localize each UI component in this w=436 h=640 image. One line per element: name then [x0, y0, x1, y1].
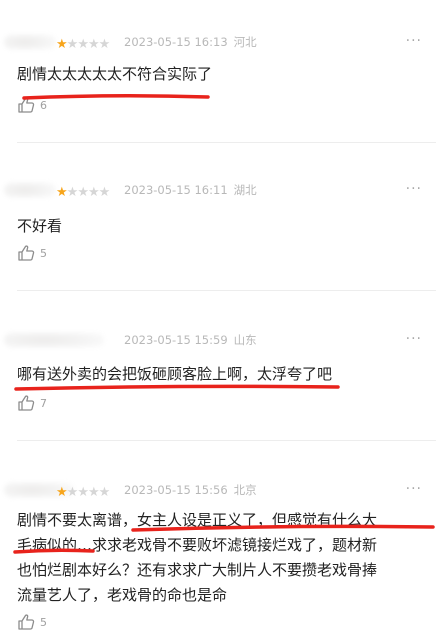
more-icon[interactable]: ··· [406, 482, 422, 496]
review-meta: 2023-05-15 15:59 山东 ··· [0, 330, 436, 352]
star-icon: ★ [87, 485, 100, 500]
thumbs-up-icon [18, 614, 35, 630]
rating-stars: ★★★★★ [56, 33, 111, 52]
review-date: 2023-05-15 15:59 [124, 333, 228, 347]
more-icon[interactable]: ··· [406, 34, 422, 48]
review-meta: ★★★★★ 2023-05-15 16:11 湖北 ··· [0, 180, 436, 202]
thumbs-up-icon [18, 245, 35, 261]
divider [17, 142, 436, 143]
review-text: 剧情不要太离谱，女主人设是正义了，但感觉有什么大 毛病似的…求求老戏骨不要败坏滤… [17, 511, 378, 604]
review-meta: ★★★★★ 2023-05-15 16:13 河北 ··· [0, 32, 436, 54]
star-icon: ★ [87, 37, 100, 52]
like-count: 6 [40, 99, 47, 112]
divider [17, 440, 436, 441]
star-icon: ★ [66, 485, 79, 500]
rating-stars: ★★★★★ [56, 481, 111, 500]
star-icon: ★ [56, 185, 68, 200]
review-text: 剧情太太太太太不符合实际了 [17, 65, 213, 83]
like-count: 5 [40, 247, 47, 260]
star-icon: ★ [77, 37, 89, 52]
star-icon: ★ [66, 185, 79, 200]
avatar[interactable] [4, 332, 104, 348]
review-location: 北京 [233, 483, 257, 497]
star-icon: ★ [98, 37, 111, 52]
review-date: 2023-05-15 16:13 [124, 35, 228, 49]
rating-stars: ★★★★★ [56, 181, 111, 200]
star-icon: ★ [98, 185, 111, 200]
thumbs-up-icon [18, 97, 35, 113]
like-count: 7 [40, 397, 47, 410]
avatar[interactable] [4, 182, 56, 198]
review-location: 湖北 [233, 183, 257, 197]
star-icon: ★ [56, 37, 68, 52]
star-icon: ★ [87, 185, 100, 200]
review-location: 山东 [233, 333, 257, 347]
star-icon: ★ [77, 485, 89, 500]
star-icon: ★ [98, 485, 111, 500]
review-text: 哪有送外卖的会把饭砸顾客脸上啊，太浮夸了吧 [17, 365, 333, 383]
thumbs-up-icon [18, 395, 35, 411]
review-location: 河北 [233, 35, 257, 49]
like-count: 5 [40, 616, 47, 629]
star-icon: ★ [56, 485, 68, 500]
review-meta: ★★★★★ 2023-05-15 15:56 北京 ··· [0, 480, 436, 502]
review-date: 2023-05-15 15:56 [124, 483, 228, 497]
more-icon[interactable]: ··· [406, 182, 422, 196]
star-icon: ★ [77, 185, 89, 200]
avatar[interactable] [4, 34, 56, 50]
star-icon: ★ [66, 37, 79, 52]
red-underline-annotation [22, 93, 210, 100]
divider [17, 290, 436, 291]
review-text: 不好看 [17, 217, 63, 235]
more-icon[interactable]: ··· [406, 332, 422, 346]
review-date: 2023-05-15 16:11 [124, 183, 228, 197]
